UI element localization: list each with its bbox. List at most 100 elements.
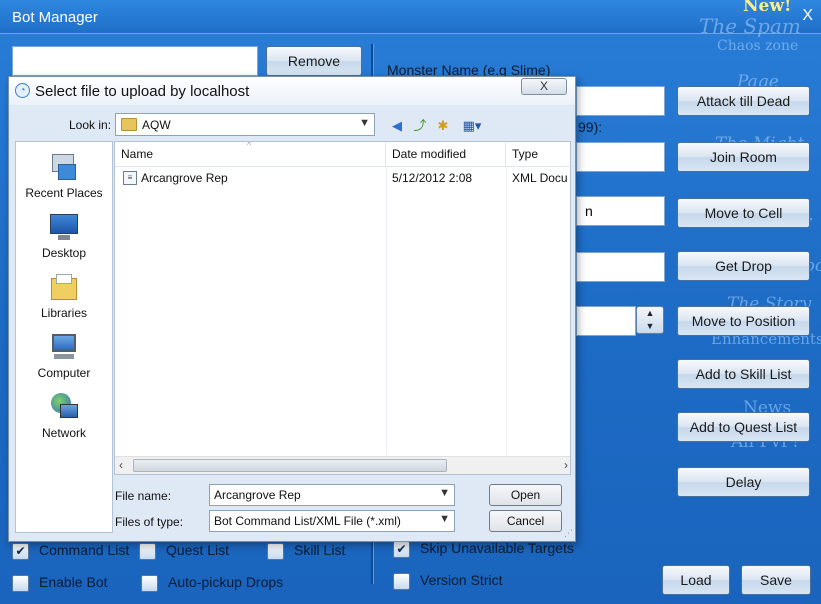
quest-list-box[interactable]: [139, 542, 156, 560]
file-type-label: Files of type:: [115, 515, 184, 529]
look-in-dropdown[interactable]: AQW ▼: [115, 113, 375, 136]
network-label: Network: [41, 426, 86, 440]
file-type: XML Docu: [512, 171, 568, 185]
bot-manager-title: Bot Manager: [12, 9, 98, 26]
libraries-label: Libraries: [40, 306, 88, 320]
save-button[interactable]: Save: [741, 565, 811, 595]
position-stepper[interactable]: ▲ ▼: [636, 306, 664, 334]
quest-list-checkbox[interactable]: Quest List: [139, 541, 229, 561]
bg-chaos-zone: Chaos zone: [717, 38, 799, 54]
computer-icon: [48, 332, 80, 362]
chevron-down-icon: ▼: [359, 117, 370, 129]
desktop-icon: [48, 212, 80, 242]
chevron-down-icon[interactable]: ▼: [439, 487, 450, 499]
file-name-input[interactable]: Arcangrove Rep ▼: [209, 484, 455, 506]
bot-manager-close-button[interactable]: X: [802, 7, 813, 25]
desktop-label: Desktop: [41, 246, 87, 260]
libraries-icon: [48, 272, 80, 302]
enable-bot-checkbox[interactable]: Enable Bot: [12, 573, 108, 593]
upload-icon: ◔: [15, 83, 30, 98]
place-desktop[interactable]: Desktop: [16, 212, 112, 260]
cell-input[interactable]: n: [576, 196, 665, 226]
place-libraries[interactable]: Libraries: [16, 272, 112, 320]
remove-button[interactable]: Remove: [266, 46, 362, 76]
recent-places-label: Recent Places: [25, 186, 103, 200]
attack-till-dead-button[interactable]: Attack till Dead: [677, 86, 810, 116]
move-to-cell-button[interactable]: Move to Cell: [677, 198, 810, 228]
auto-pickup-box[interactable]: [141, 574, 158, 592]
get-drop-button[interactable]: Get Drop: [677, 251, 810, 281]
skill-list-box[interactable]: [267, 542, 284, 560]
file-row[interactable]: ≡ Arcangrove Rep 5/12/2012 2:08 XML Docu: [115, 168, 570, 188]
file-type-dropdown[interactable]: Bot Command List/XML File (*.xml) ▼: [209, 510, 455, 532]
command-list-check-icon[interactable]: ✔: [12, 542, 29, 560]
resize-grip-icon[interactable]: ⋰: [564, 528, 573, 539]
place-recent-places[interactable]: Recent Places: [16, 152, 112, 200]
column-separator: [506, 167, 507, 455]
column-separator: [386, 167, 387, 455]
dialog-titlebar: ◔ Select file to upload by localhost X: [9, 77, 575, 105]
file-upload-dialog: ◔ Select file to upload by localhost X L…: [8, 76, 576, 542]
version-strict-label: Version Strict: [420, 572, 503, 588]
file-name-label: File name:: [115, 489, 172, 503]
file-name-value: Arcangrove Rep: [214, 488, 301, 502]
scrollbar-thumb[interactable]: [133, 459, 447, 472]
computer-label: Computer: [37, 366, 91, 380]
monster-name-input[interactable]: [576, 86, 665, 116]
quest-list-label: Quest List: [166, 542, 230, 558]
skill-list-label: Skill List: [294, 542, 346, 558]
add-to-quest-list-button[interactable]: Add to Quest List: [677, 412, 810, 442]
cancel-button[interactable]: Cancel: [489, 510, 562, 532]
horizontal-scrollbar[interactable]: ‹ ›: [115, 456, 570, 474]
position-input[interactable]: [576, 306, 636, 336]
command-list-label: Command List: [39, 542, 130, 558]
command-list-checkbox[interactable]: ✔ Command List: [12, 541, 129, 561]
back-icon[interactable]: ◀: [388, 117, 406, 134]
chevron-down-icon[interactable]: ▼: [439, 513, 450, 525]
scroll-right-icon[interactable]: ›: [564, 458, 568, 472]
up-folder-icon[interactable]: ⤴: [411, 117, 429, 134]
command-input[interactable]: [12, 46, 258, 76]
file-date: 5/12/2012 2:08: [392, 171, 473, 185]
sort-indicator-icon: ^: [247, 141, 252, 150]
file-type-value: Bot Command List/XML File (*.xml): [214, 514, 401, 528]
skip-unavailable-label: Skip Unavailable Targets: [420, 540, 574, 556]
move-to-position-button[interactable]: Move to Position: [677, 306, 810, 336]
room-input[interactable]: [576, 142, 665, 172]
column-header-type[interactable]: Type: [506, 142, 570, 167]
add-to-skill-list-button[interactable]: Add to Skill List: [677, 359, 810, 389]
skill-list-checkbox[interactable]: Skill List: [267, 541, 345, 561]
open-button[interactable]: Open: [489, 484, 562, 506]
skip-unavailable-checkbox[interactable]: ✔ Skip Unavailable Targets: [393, 539, 574, 559]
place-network[interactable]: Network: [16, 392, 112, 440]
look-in-value: AQW: [142, 118, 171, 132]
view-menu-icon[interactable]: ▦▾: [459, 117, 485, 134]
recent-places-icon: [48, 152, 80, 182]
file-name: Arcangrove Rep: [141, 171, 228, 185]
scroll-left-icon[interactable]: ‹: [119, 458, 123, 472]
drop-input[interactable]: [576, 252, 665, 282]
cell-input-text: n: [585, 203, 593, 219]
stepper-down-icon[interactable]: ▼: [637, 320, 663, 333]
folder-icon: [121, 118, 137, 131]
load-button[interactable]: Load: [662, 565, 730, 595]
version-strict-checkbox[interactable]: Version Strict: [393, 571, 502, 591]
places-bar: Recent Places Desktop Libraries Computer: [15, 141, 113, 533]
enable-bot-box[interactable]: [12, 574, 29, 592]
column-header-date[interactable]: Date modified: [386, 142, 506, 167]
delay-button[interactable]: Delay: [677, 467, 810, 497]
file-list-header: Name ^ Date modified Type: [115, 141, 570, 167]
join-room-button[interactable]: Join Room: [677, 142, 810, 172]
place-computer[interactable]: Computer: [16, 332, 112, 380]
look-in-label: Look in:: [69, 118, 112, 132]
version-strict-box[interactable]: [393, 572, 410, 590]
file-list: Name ^ Date modified Type ≡ Arcangrove R…: [114, 141, 571, 475]
dialog-close-button[interactable]: X: [521, 78, 567, 95]
auto-pickup-checkbox[interactable]: Auto-pickup Drops: [141, 573, 283, 593]
auto-pickup-label: Auto-pickup Drops: [168, 574, 284, 590]
new-folder-icon[interactable]: ✱: [434, 117, 452, 134]
enable-bot-label: Enable Bot: [39, 574, 108, 590]
stepper-up-icon[interactable]: ▲: [637, 307, 663, 320]
network-icon: [48, 392, 80, 422]
skip-unavailable-check-icon[interactable]: ✔: [393, 540, 410, 558]
